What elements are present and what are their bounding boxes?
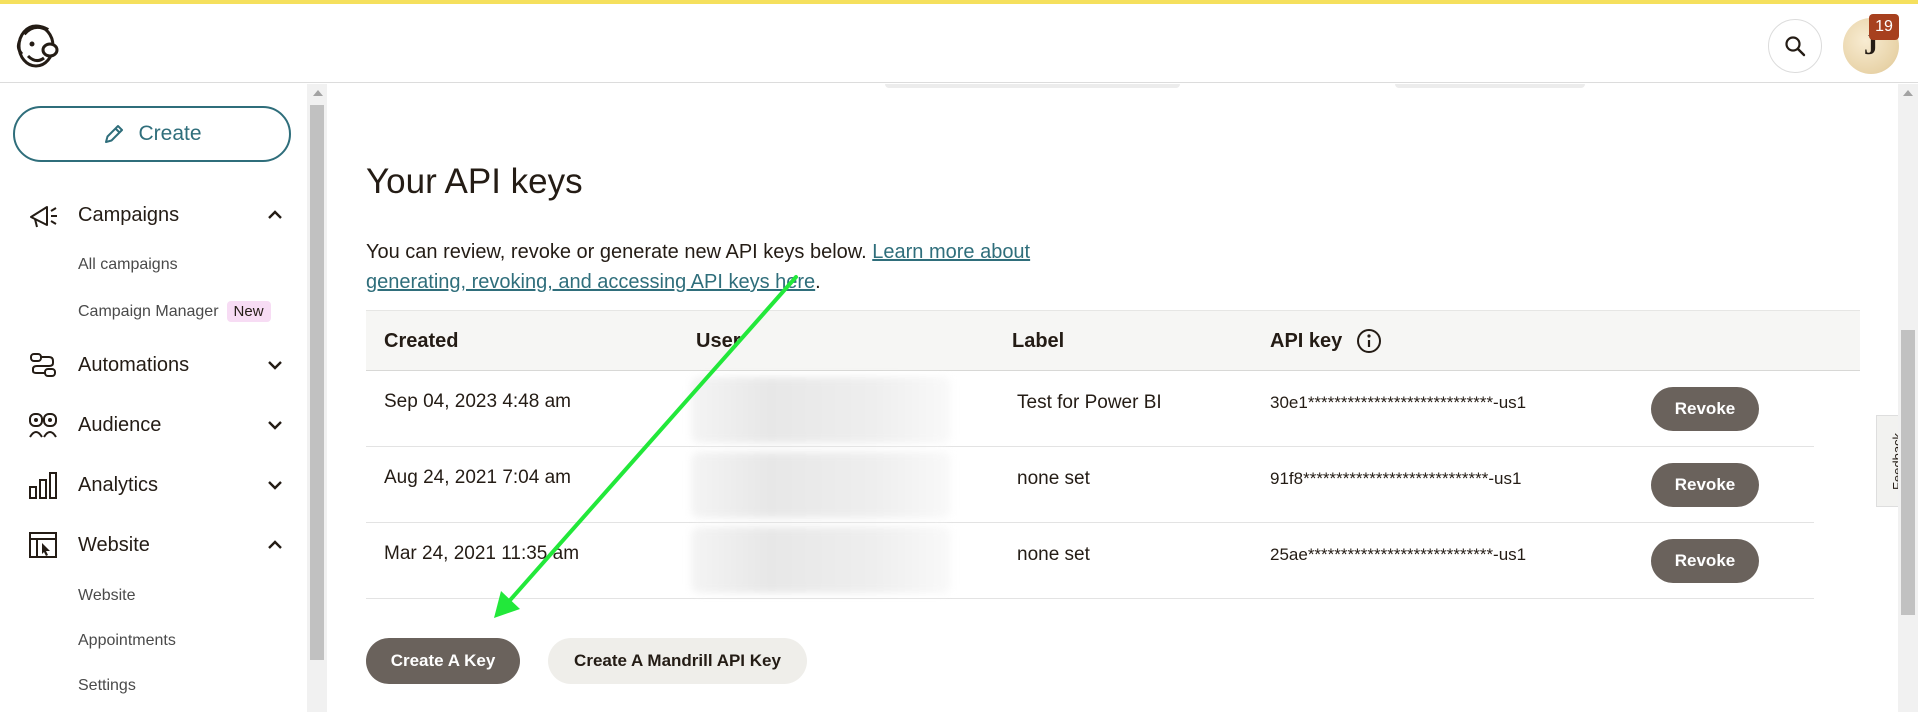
chevron-down-icon[interactable] xyxy=(264,474,286,496)
revoke-button[interactable]: Revoke xyxy=(1651,463,1759,507)
redacted-user-cell xyxy=(691,527,951,593)
revoke-button[interactable]: Revoke xyxy=(1651,387,1759,431)
sidebar-subitem-website[interactable]: Website xyxy=(78,587,136,605)
sidebar-item-label: Website xyxy=(78,533,150,556)
cut-off-element xyxy=(1395,84,1585,88)
api-key-cell: 30e1****************************-us1 xyxy=(1270,393,1527,412)
redacted-user-cell xyxy=(691,377,951,443)
info-icon[interactable] xyxy=(1356,328,1382,354)
column-header-label: Label xyxy=(1012,330,1065,352)
sidebar-item-label: Analytics xyxy=(78,473,159,496)
cut-off-element xyxy=(885,84,1180,88)
create-button-label: Create xyxy=(138,122,202,145)
chevron-down-icon[interactable] xyxy=(264,414,286,436)
label-cell: none set xyxy=(1017,468,1090,489)
table-header: Created User Label API key xyxy=(366,310,1860,371)
created-cell: Aug 24, 2021 7:04 am xyxy=(384,467,571,488)
sidebar-item-label: Automations xyxy=(78,353,190,376)
sidebar: Create Campaigns All campaigns Campaign … xyxy=(0,84,307,712)
sidebar-subitem-settings[interactable]: Settings xyxy=(78,677,136,695)
scroll-up-arrow-icon[interactable] xyxy=(313,90,323,96)
table-row: Mar 24, 2021 11:35 am none set 25ae*****… xyxy=(366,523,1814,599)
api-keys-description: You can review, revoke or generate new A… xyxy=(366,237,1106,297)
sidebar-item-website[interactable]: Website xyxy=(0,525,300,565)
api-key-cell: 25ae****************************-us1 xyxy=(1270,545,1527,564)
search-button[interactable] xyxy=(1768,19,1822,73)
label-cell: none set xyxy=(1017,544,1090,565)
created-cell: Sep 04, 2023 4:48 am xyxy=(384,391,571,412)
main-scrollbar-thumb[interactable] xyxy=(1901,330,1915,615)
megaphone-icon xyxy=(30,206,57,228)
redacted-user-cell xyxy=(691,452,951,518)
chevron-up-icon[interactable] xyxy=(264,534,286,556)
sidebar-item-analytics[interactable]: Analytics xyxy=(0,465,300,505)
sidebar-item-audience[interactable]: Audience xyxy=(0,405,300,445)
create-mandrill-key-button[interactable]: Create A Mandrill API Key xyxy=(548,638,807,684)
description-period: . xyxy=(815,271,821,293)
create-key-button[interactable]: Create A Key xyxy=(366,638,520,684)
sidebar-subitem-all-campaigns[interactable]: All campaigns xyxy=(78,256,178,274)
bar-chart-icon xyxy=(29,472,57,499)
search-icon xyxy=(1785,36,1806,57)
column-header-created: Created xyxy=(384,330,459,352)
column-header-api-key: API key xyxy=(1270,330,1343,352)
sidebar-item-automations[interactable]: Automations xyxy=(0,345,300,385)
sidebar-scrollbar-thumb[interactable] xyxy=(310,105,324,660)
new-badge: New xyxy=(226,301,271,322)
table-row: Sep 04, 2023 4:48 am Test for Power BI 3… xyxy=(366,371,1814,447)
create-button[interactable]: Create xyxy=(13,106,291,162)
website-cursor-icon xyxy=(29,532,57,558)
pencil-icon xyxy=(105,125,124,143)
created-cell: Mar 24, 2021 11:35 am xyxy=(384,543,580,564)
sidebar-subitem-appointments[interactable]: Appointments xyxy=(78,632,176,650)
top-bar: J 19 xyxy=(0,4,1918,83)
table-row: Aug 24, 2021 7:04 am none set 91f8******… xyxy=(366,447,1814,523)
notification-badge[interactable]: 19 xyxy=(1869,14,1899,40)
chevron-up-icon[interactable] xyxy=(264,204,286,226)
chevron-down-icon[interactable] xyxy=(264,354,286,376)
revoke-button[interactable]: Revoke xyxy=(1651,539,1759,583)
label-cell: Test for Power BI xyxy=(1017,392,1162,413)
sidebar-subitem-campaign-manager[interactable]: Campaign Manager New xyxy=(78,301,271,322)
sidebar-subitem-label: Campaign Manager xyxy=(78,303,219,320)
audience-icon xyxy=(29,413,57,438)
automation-flow-icon xyxy=(30,353,56,377)
api-key-cell: 91f8****************************-us1 xyxy=(1270,469,1522,488)
description-text: You can review, revoke or generate new A… xyxy=(366,241,873,263)
column-header-user: User xyxy=(696,330,741,352)
page-title: Your API keys xyxy=(366,162,583,201)
sidebar-item-label: Audience xyxy=(78,413,162,436)
mailchimp-freddie-logo[interactable] xyxy=(14,20,62,72)
sidebar-item-label: Campaigns xyxy=(78,203,180,226)
scroll-up-arrow-icon[interactable] xyxy=(1903,90,1913,96)
sidebar-item-campaigns[interactable]: Campaigns xyxy=(0,195,300,235)
